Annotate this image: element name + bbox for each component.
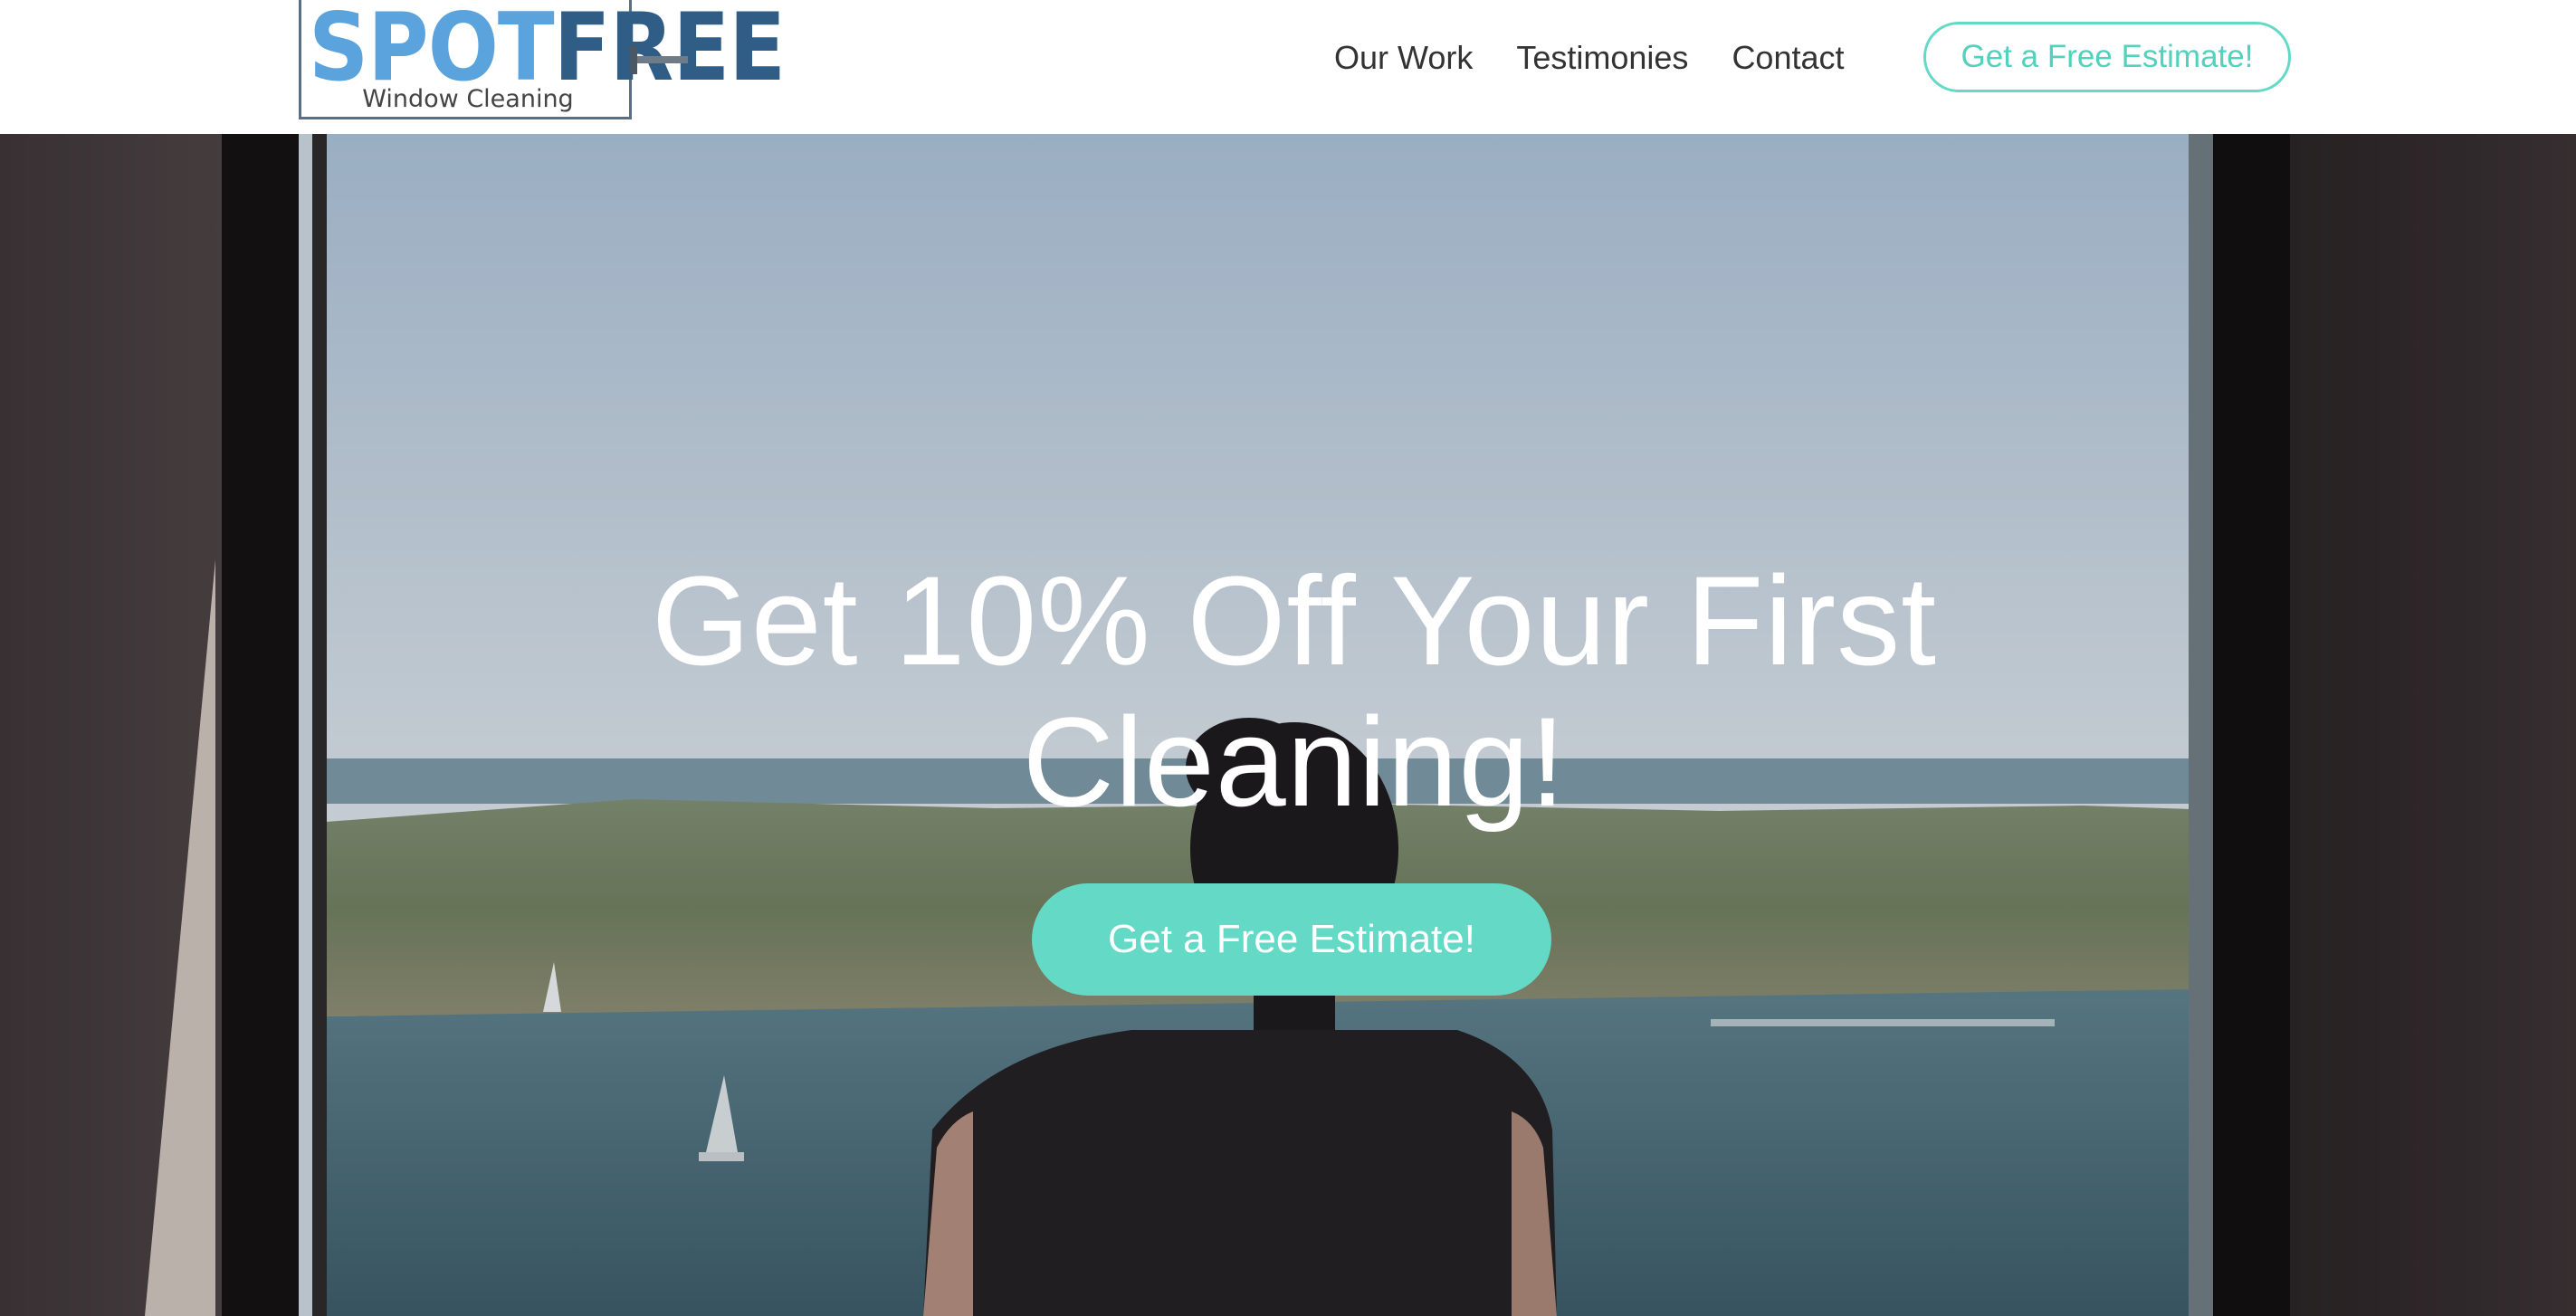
squeegee-icon <box>630 45 688 74</box>
logo-subtitle: Window Cleaning <box>362 85 574 113</box>
logo-frame: SPOTFREE Window Cleaning <box>299 0 786 119</box>
spotfree-logo[interactable]: SPOTFREE Window Cleaning <box>299 0 786 119</box>
hero-headline-line1: Get 10% Off Your First <box>651 549 1938 691</box>
hero-headline: Get 10% Off Your First Cleaning! <box>480 550 2109 833</box>
hero-free-estimate-button[interactable]: Get a Free Estimate! <box>1032 883 1551 996</box>
logo-wordmark: SPOTFREE <box>309 1 786 95</box>
site-header: SPOTFREE Window Cleaning Our Work Testim… <box>0 0 2576 134</box>
nav-link-contact[interactable]: Contact <box>1732 39 1844 77</box>
hero-headline-line2: Cleaning! <box>1022 691 1567 833</box>
main-nav: Our Work Testimonies Contact <box>1334 31 1888 85</box>
hero-section: Get 10% Off Your First Cleaning! Get a F… <box>0 134 2576 1316</box>
nav-link-testimonies[interactable]: Testimonies <box>1516 39 1688 77</box>
header-free-estimate-button[interactable]: Get a Free Estimate! <box>1923 22 2291 92</box>
nav-link-our-work[interactable]: Our Work <box>1334 39 1473 77</box>
